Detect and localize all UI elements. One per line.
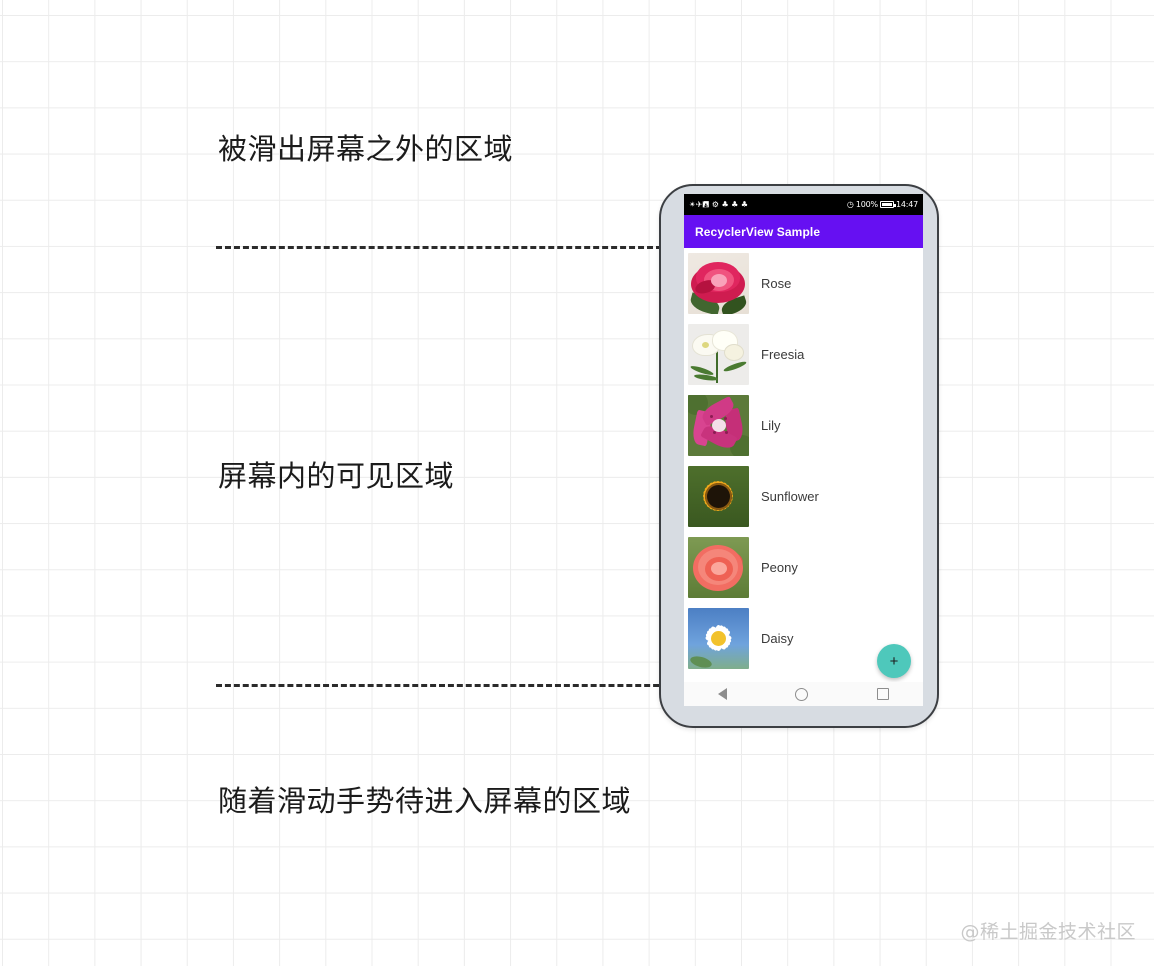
list-item-label: Sunflower — [761, 489, 819, 504]
phone-screen: ✴✈🖪 ⚙ ♣ ♣ ♣ ◷ 100% 14:47 RecyclerView Sa… — [684, 194, 923, 706]
android-nav-bar — [684, 682, 923, 706]
status-bar: ✴✈🖪 ⚙ ♣ ♣ ♣ ◷ 100% 14:47 — [684, 194, 923, 215]
plus-icon: + — [889, 652, 899, 670]
list-item-label: Rose — [761, 276, 792, 291]
phone-mockup: ✴✈🖪 ⚙ ♣ ♣ ♣ ◷ 100% 14:47 RecyclerView Sa… — [659, 184, 939, 728]
list-item-label: Daisy — [761, 631, 794, 646]
peony-thumb — [688, 537, 749, 598]
list-item-label: Lily — [761, 418, 781, 433]
daisy-thumb — [688, 608, 749, 669]
battery-percent-label: 100% — [855, 199, 878, 209]
diagram-canvas: 被滑出屏幕之外的区域 屏幕内的可见区域 随着滑动手势待进入屏幕的区域 ✴✈🖪 ⚙… — [0, 0, 1154, 966]
status-bar-right-icons: ◷ 100% 14:47 — [846, 199, 918, 209]
list-item[interactable]: Peony — [684, 532, 923, 603]
list-item-label: Freesia — [761, 347, 805, 362]
annotation-below-screen: 随着滑动手势待进入屏幕的区域 — [218, 784, 632, 818]
watermark: @稀土掘金技术社区 — [960, 921, 1136, 943]
list-item[interactable]: Lily — [684, 390, 923, 461]
sunflower-thumb — [688, 466, 749, 527]
dashed-divider-top — [216, 246, 662, 249]
dashed-divider-bottom — [216, 684, 668, 687]
list-item[interactable]: Sunflower — [684, 461, 923, 532]
recycler-view-list[interactable]: Rose Freesia Lily Sunflower Peony Daisy — [684, 248, 923, 682]
freesia-thumb — [688, 324, 749, 385]
battery-icon — [879, 201, 896, 208]
list-item[interactable]: Freesia — [684, 319, 923, 390]
app-bar: RecyclerView Sample — [684, 215, 923, 248]
rose-thumb — [688, 253, 749, 314]
home-icon[interactable] — [795, 687, 809, 701]
status-bar-left-icons: ✴✈🖪 ⚙ ♣ ♣ ♣ — [689, 199, 749, 209]
recents-icon[interactable] — [876, 688, 889, 700]
annotation-above-screen: 被滑出屏幕之外的区域 — [218, 132, 514, 166]
dnd-icon: ◷ — [846, 199, 854, 209]
add-fab-button[interactable]: + — [877, 644, 911, 678]
back-icon[interactable] — [718, 688, 728, 700]
clock-label: 14:47 — [895, 199, 918, 209]
annotation-visible-screen: 屏幕内的可见区域 — [218, 459, 455, 493]
notification-icons: ✴✈🖪 ⚙ ♣ ♣ ♣ — [689, 199, 749, 209]
list-item-label: Peony — [761, 560, 798, 575]
app-bar-title: RecyclerView Sample — [695, 224, 821, 239]
lily-thumb — [688, 395, 749, 456]
list-item[interactable]: Rose — [684, 248, 923, 319]
